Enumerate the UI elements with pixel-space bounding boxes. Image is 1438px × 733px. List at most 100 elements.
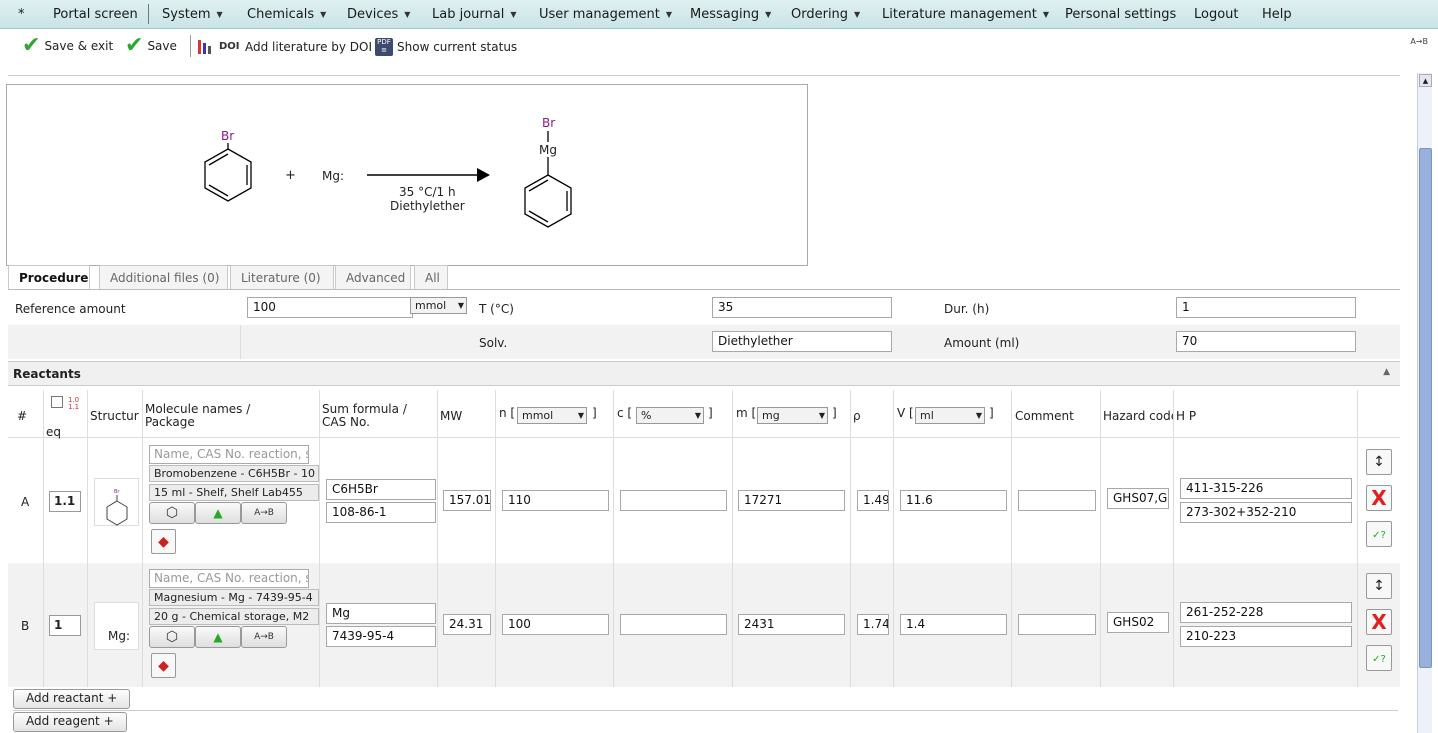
duration-input[interactable]: 1 <box>1176 297 1356 318</box>
check-structure-button[interactable]: ✓? <box>1366 645 1392 671</box>
mw-input[interactable]: 157.01 <box>443 490 491 511</box>
col-hazard-code: Hazard code <box>1103 409 1173 423</box>
p-phrases-input[interactable]: 210-223 <box>1180 626 1352 647</box>
comment-input[interactable] <box>1018 614 1096 635</box>
check-structure-button[interactable]: ✓? <box>1366 521 1392 547</box>
save-button[interactable]: ✔ Save <box>125 35 177 57</box>
c-input[interactable] <box>620 490 727 511</box>
menu-ordering[interactable]: Ordering ▼ <box>791 7 860 22</box>
m-input[interactable]: 2431 <box>738 614 845 635</box>
menu-messaging[interactable]: Messaging ▼ <box>690 7 771 22</box>
molecule-search-input[interactable]: Name, CAS No. reaction, s <box>149 445 309 464</box>
c-input[interactable] <box>620 614 727 635</box>
scrollbar-thumb[interactable] <box>1419 148 1432 668</box>
tab-procedure[interactable]: Procedure <box>8 265 90 290</box>
col-n: n [ <box>499 406 516 420</box>
h-phrases-input[interactable]: 411-315-226 <box>1180 478 1352 499</box>
col-molecule-names: Molecule names / <box>145 402 251 416</box>
h-phrases-input[interactable]: 261-252-228 <box>1180 602 1352 623</box>
v-unit-select[interactable]: ml ▼ <box>915 407 985 424</box>
delete-row-button[interactable]: X <box>1366 609 1392 635</box>
save-exit-button[interactable]: ✔ Save & exit <box>22 35 113 57</box>
structure-thumbnail[interactable]: Br <box>94 478 139 526</box>
tab-additional-files[interactable]: Additional files (0) <box>99 265 228 290</box>
select-all-checkbox[interactable] <box>51 396 63 408</box>
volume-input[interactable]: 11.6 <box>900 490 1007 511</box>
density-input[interactable]: 1.49 <box>857 490 889 511</box>
vertical-scrollbar[interactable]: ▲ <box>1417 73 1432 733</box>
equivalents-icon[interactable]: 1.0 1.1 <box>68 397 79 411</box>
hazard-button[interactable]: ◆ <box>151 653 176 678</box>
move-row-button[interactable]: ↕ <box>1366 449 1392 475</box>
bracket: ] <box>592 406 597 420</box>
reaction-arrow-button[interactable]: A→B <box>241 626 287 648</box>
package-name[interactable]: 15 ml - Shelf, Shelf Lab455 <box>149 484 319 501</box>
menu-devices[interactable]: Devices ▼ <box>347 7 410 22</box>
cas-number-input[interactable]: 7439-95-4 <box>326 626 436 647</box>
add-literature-doi-button[interactable]: DOI Add literature by DOI <box>197 38 372 56</box>
comment-input[interactable] <box>1018 490 1096 511</box>
sum-formula-input[interactable]: Mg <box>326 603 436 624</box>
show-status-button[interactable]: PDF ≡ Show current status <box>375 38 517 56</box>
reactants-section-header[interactable]: Reactants ▲ <box>8 361 1400 386</box>
molecule-search-input[interactable]: Name, CAS No. reaction, s <box>149 569 309 588</box>
volume-input[interactable]: 1.4 <box>900 614 1007 635</box>
c-unit-select[interactable]: % ▼ <box>636 407 704 424</box>
package-name[interactable]: 20 g - Chemical storage, M2 <box>149 608 319 625</box>
m-input[interactable]: 17271 <box>738 490 845 511</box>
reaction-arrow-button[interactable]: A→B <box>241 502 287 524</box>
temperature-input[interactable]: 35 <box>712 297 892 318</box>
n-unit-select[interactable]: mmol ▼ <box>517 407 587 424</box>
draw-structure-button[interactable]: ⬡ <box>149 502 195 524</box>
n-input[interactable]: 110 <box>502 490 609 511</box>
sum-formula-input[interactable]: C6H5Br <box>326 479 436 500</box>
flask-button[interactable]: ▲ <box>195 502 241 524</box>
hazard-button[interactable]: ◆ <box>151 529 176 554</box>
mw-input[interactable]: 24.31 <box>443 614 491 635</box>
delete-row-button[interactable]: X <box>1366 485 1392 511</box>
menu-help[interactable]: Help <box>1262 7 1292 22</box>
density-input[interactable]: 1.74 <box>857 614 889 635</box>
equivalents-input[interactable]: 1 <box>49 615 81 636</box>
menu-personal-settings[interactable]: Personal settings <box>1065 7 1176 22</box>
scroll-up-icon[interactable]: ▲ <box>1419 74 1432 87</box>
reference-unit-select[interactable]: mmol ▼ <box>410 297 467 314</box>
cas-number-input[interactable]: 108-86-1 <box>326 502 436 523</box>
tab-advanced[interactable]: Advanced <box>335 265 411 290</box>
molecule-name[interactable]: Bromobenzene - C6H5Br - 10 <box>149 465 319 482</box>
tab-all[interactable]: All <box>414 265 448 290</box>
add-reagent-button[interactable]: Add reagent + <box>13 712 127 732</box>
hazard-code-input[interactable]: GHS07,GH <box>1107 488 1169 509</box>
menu-user-management[interactable]: User management ▼ <box>539 7 672 22</box>
divider <box>8 75 1400 76</box>
move-row-button[interactable]: ↕ <box>1366 573 1392 599</box>
flask-button[interactable]: ▲ <box>195 626 241 648</box>
menu-lab-journal[interactable]: Lab journal ▼ <box>432 7 517 22</box>
reference-amount-input[interactable]: 100 <box>247 297 413 318</box>
flask-icon: ▲ <box>213 630 223 644</box>
p-phrases-input[interactable]: 273-302+352-210 <box>1180 502 1352 523</box>
menu-logout[interactable]: Logout <box>1194 7 1239 22</box>
menu-star[interactable]: * <box>18 7 25 22</box>
add-reactant-button[interactable]: Add reactant + <box>13 689 131 709</box>
collapse-icon[interactable]: ▲ <box>1383 367 1390 377</box>
tab-literature[interactable]: Literature (0) <box>230 265 334 290</box>
n-input[interactable]: 100 <box>502 614 609 635</box>
amount-ml-label: Amount (ml) <box>944 336 1020 350</box>
structure-thumbnail[interactable]: Mg: <box>94 602 139 650</box>
menu-system[interactable]: System ▼ <box>162 7 223 22</box>
amount-ml-input[interactable]: 70 <box>1176 331 1356 352</box>
benzene-icon: Br <box>106 489 128 526</box>
solvent-input[interactable]: Diethylether <box>712 331 892 352</box>
draw-structure-button[interactable]: ⬡ <box>149 626 195 648</box>
reaction-scheme[interactable]: Br + Mg: 35 °C/1 h Diethylether Br Mg <box>6 84 808 266</box>
m-unit-select[interactable]: mg ▼ <box>757 407 828 424</box>
menu-chemicals[interactable]: Chemicals ▼ <box>247 7 326 22</box>
divider <box>1011 390 1012 687</box>
equivalents-input[interactable]: 1.1 <box>49 491 81 512</box>
molecule-name[interactable]: Magnesium - Mg - 7439-95-4 <box>149 589 319 606</box>
menu-literature-management[interactable]: Literature management ▼ <box>882 7 1049 22</box>
delete-icon: X <box>1371 610 1387 634</box>
menu-portal-screen[interactable]: Portal screen <box>53 7 138 22</box>
hazard-code-input[interactable]: GHS02 <box>1107 612 1169 633</box>
